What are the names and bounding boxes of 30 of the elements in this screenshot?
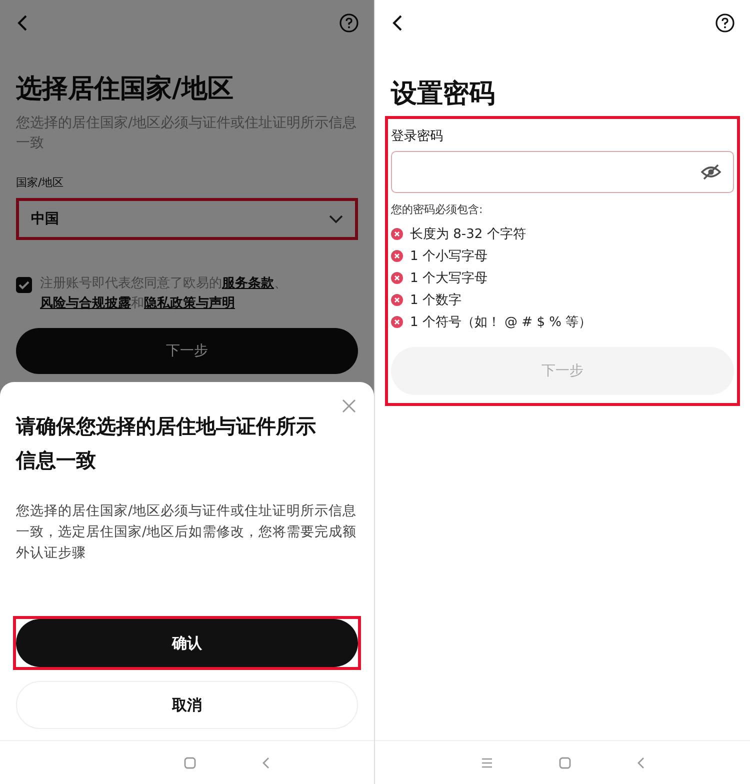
- eye-slash-icon[interactable]: [701, 164, 721, 180]
- password-field[interactable]: [391, 151, 734, 193]
- back-icon[interactable]: [391, 14, 403, 32]
- chevron-down-icon: [329, 214, 343, 224]
- checkbox[interactable]: [16, 277, 32, 293]
- field-label: 登录密码: [391, 128, 444, 145]
- requirement-text: 1 个大写字母: [410, 270, 488, 287]
- requirement-text: 1 个数字: [410, 292, 462, 309]
- confirm-button[interactable]: 确认: [16, 619, 358, 667]
- help-icon[interactable]: [715, 13, 735, 33]
- agreement-link[interactable]: 隐私政策与声明: [144, 296, 235, 311]
- requirement-text: 长度为 8-32 个字符: [410, 226, 526, 243]
- next-button[interactable]: 下一步: [16, 328, 358, 374]
- agreement-text: 注册账号即代表您同意了欧易的服务条款、 风险与合规披露和隐私政策与声明: [40, 275, 288, 313]
- agreement-link[interactable]: 服务条款: [222, 276, 274, 291]
- page-title: 选择居住国家/地区: [16, 73, 234, 105]
- dialog-title: 请确保您选择的居住地与证件所示信息一致: [16, 413, 317, 474]
- close-icon[interactable]: [342, 399, 356, 413]
- requirement-text: 1 个小写字母: [410, 248, 488, 265]
- dialog-message: 您选择的居住国家/地区必须与证件或住址证明所示信息一致，选定居住国家/地区后如需修改，您将需要完成额外认证步骤: [16, 502, 358, 563]
- home-icon[interactable]: [184, 756, 196, 768]
- home-icon[interactable]: [558, 756, 570, 768]
- requirements-label: 您的密码必须包含:: [391, 202, 484, 217]
- agreement-link[interactable]: 风险与合规披露: [40, 296, 131, 311]
- menu-icon[interactable]: [480, 758, 492, 768]
- field-label: 国家/地区: [16, 175, 65, 190]
- page-subtitle: 您选择的居住国家/地区必须与证件或住址证明所示信息一致: [16, 114, 358, 153]
- page-title: 设置密码: [391, 78, 496, 110]
- cancel-button[interactable]: 取消: [16, 681, 358, 729]
- requirement-text: 1 个符号（如！ @ # $ % 等）: [410, 314, 592, 331]
